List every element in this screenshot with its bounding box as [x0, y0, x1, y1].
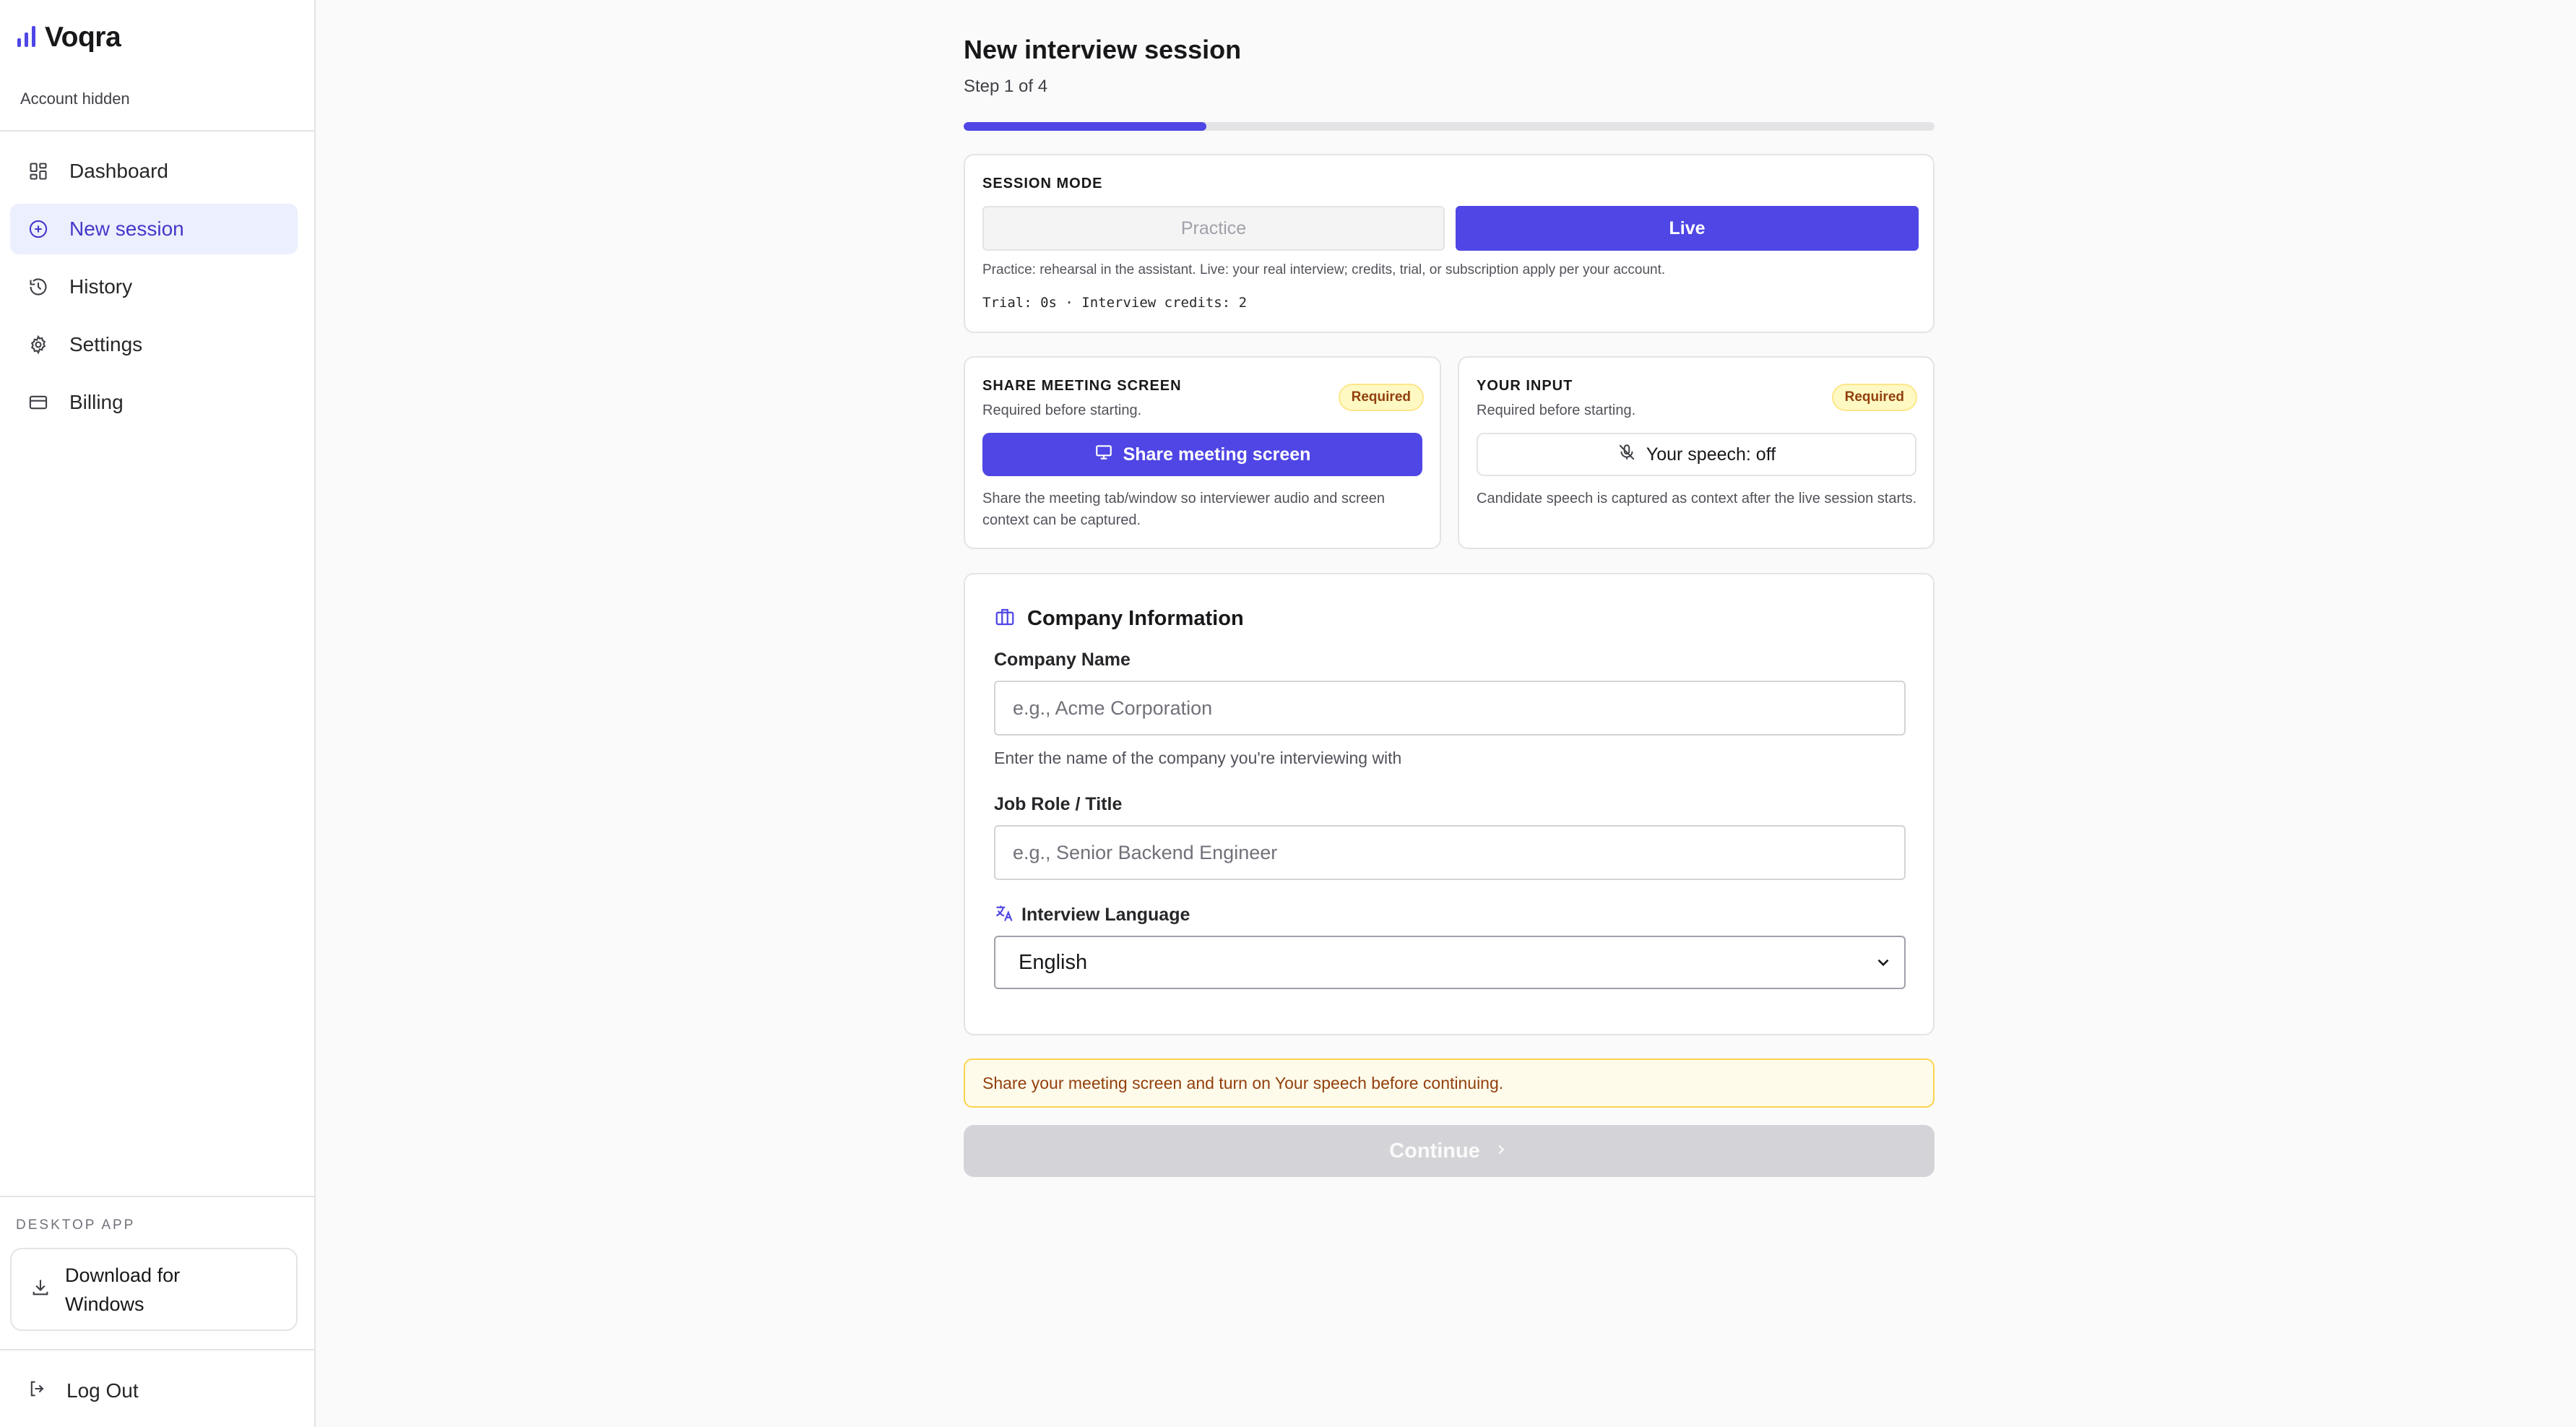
chevron-down-icon: [1874, 953, 1893, 978]
your-input-label: YOUR INPUT: [1477, 378, 1573, 394]
live-mode-button[interactable]: Live: [1456, 206, 1919, 251]
sidebar-item-settings[interactable]: Settings: [10, 319, 298, 370]
your-input-note: Required before starting.: [1477, 402, 1636, 418]
brand[interactable]: Voqra: [16, 22, 121, 53]
sidebar-item-history[interactable]: History: [10, 262, 298, 312]
monitor-icon: [1094, 443, 1113, 467]
share-screen-button-label: Share meeting screen: [1123, 444, 1311, 465]
sidebar-item-label: Settings: [69, 333, 143, 355]
sidebar-item-dashboard[interactable]: Dashboard: [10, 146, 298, 197]
translate-icon: [994, 903, 1014, 927]
sidebar-divider: [0, 1349, 316, 1350]
mode-description: Practice: rehearsal in the assistant. Li…: [982, 262, 1666, 277]
dashboard-icon: [27, 160, 49, 182]
session-mode-card: SESSION MODE Practice Live Practice: reh…: [964, 154, 1935, 333]
sidebar-item-label: New session: [69, 217, 184, 240]
share-screen-card: SHARE MEETING SCREEN Required before sta…: [964, 356, 1441, 549]
sidebar-item-label: Dashboard: [69, 160, 168, 182]
sidebar-item-billing[interactable]: Billing: [10, 377, 298, 428]
company-name-hint: Enter the name of the company you're int…: [994, 749, 1402, 767]
sidebar-item-label: History: [69, 275, 133, 298]
logout-label: Log Out: [66, 1379, 139, 1402]
speech-toggle-button[interactable]: Your speech: off: [1477, 433, 1916, 476]
step-indicator: Step 1 of 4: [964, 77, 1048, 96]
credits-status: Trial: 0s · Interview credits: 2: [982, 295, 1248, 311]
share-screen-description: Share the meeting tab/window so intervie…: [982, 491, 1385, 528]
desktop-app-label: DESKTOP APP: [16, 1217, 136, 1233]
progress-fill: [964, 122, 1206, 131]
share-screen-note: Required before starting.: [982, 402, 1142, 418]
share-screen-label: SHARE MEETING SCREEN: [982, 378, 1182, 394]
sidebar-divider: [0, 130, 316, 132]
warning-banner: Share your meeting screen and turn on Yo…: [964, 1059, 1935, 1108]
bar-chart-icon: [16, 24, 38, 52]
gear-icon: [27, 334, 49, 355]
interview-language-label: Interview Language: [994, 903, 1190, 927]
sidebar-nav: Dashboard New session History Settings B…: [10, 146, 298, 435]
plus-circle-icon: [27, 218, 49, 240]
job-role-input[interactable]: [994, 825, 1906, 880]
share-screen-button[interactable]: Share meeting screen: [982, 433, 1422, 476]
logout-icon: [27, 1379, 48, 1402]
practice-mode-button[interactable]: Practice: [982, 206, 1445, 251]
required-badge: Required: [1338, 384, 1424, 411]
chevron-right-icon: [1493, 1139, 1509, 1163]
company-info-header: Company Information: [994, 606, 1244, 631]
required-badge: Required: [1831, 384, 1917, 411]
sidebar-item-label: Billing: [69, 391, 124, 413]
download-windows-button[interactable]: Download for Windows: [10, 1248, 298, 1331]
your-input-description: Candidate speech is captured as context …: [1477, 491, 1917, 506]
account-label: Account hidden: [20, 90, 130, 108]
selected-language: English: [1019, 950, 1088, 974]
company-info-card: Company Information Company Name Enter t…: [964, 573, 1935, 1035]
download-label: Download for Windows: [65, 1264, 181, 1315]
credit-card-icon: [27, 392, 49, 413]
your-input-card: YOUR INPUT Required before starting. Req…: [1458, 356, 1935, 549]
company-name-label: Company Name: [994, 650, 1131, 670]
brand-name: Voqra: [45, 22, 121, 53]
sidebar: Voqra Account hidden Dashboard New sessi…: [0, 0, 316, 1427]
sidebar-item-new-session[interactable]: New session: [10, 204, 298, 254]
logout-button[interactable]: Log Out: [27, 1379, 139, 1402]
app-root: Voqra Account hidden Dashboard New sessi…: [0, 0, 2576, 1427]
speech-toggle-label: Your speech: off: [1646, 444, 1776, 465]
sidebar-divider: [0, 1196, 316, 1197]
briefcase-icon: [994, 606, 1016, 631]
mic-off-icon: [1617, 443, 1636, 467]
company-name-input[interactable]: [994, 681, 1906, 736]
history-icon: [27, 276, 49, 298]
interview-language-select[interactable]: English: [994, 936, 1906, 989]
session-mode-label: SESSION MODE: [982, 176, 1103, 191]
interview-language-text: Interview Language: [1021, 905, 1190, 925]
continue-label: Continue: [1389, 1139, 1480, 1163]
page-title: New interview session: [964, 35, 1242, 64]
job-role-label: Job Role / Title: [994, 794, 1123, 814]
progress-bar: [964, 122, 1935, 131]
company-info-title: Company Information: [1027, 607, 1244, 630]
download-icon: [30, 1277, 51, 1301]
continue-button[interactable]: Continue: [964, 1125, 1935, 1177]
